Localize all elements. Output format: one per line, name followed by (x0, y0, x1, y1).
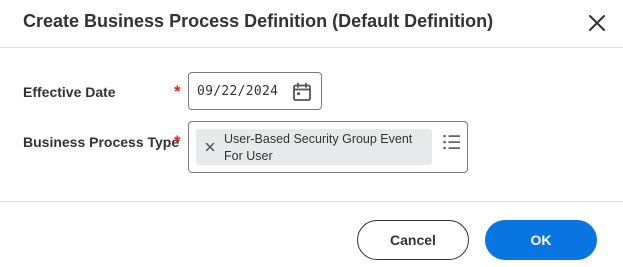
effective-date-label: Effective Date (23, 84, 116, 100)
effective-date-value[interactable]: 09/22/2024 (197, 84, 278, 99)
ok-button[interactable]: OK (485, 220, 597, 260)
selected-item-pill: User-Based Security Group Event For User (196, 129, 432, 165)
cancel-button[interactable]: Cancel (357, 220, 469, 260)
effective-date-input[interactable]: 09/22/2024 (188, 72, 322, 110)
dialog-title: Create Business Process Definition (Defa… (23, 11, 494, 31)
list-icon[interactable] (442, 133, 462, 151)
x-icon[interactable] (204, 140, 216, 152)
required-marker: * (174, 132, 181, 151)
dialog-header: Create Business Process Definition (Defa… (0, 0, 623, 48)
required-marker: * (174, 82, 181, 101)
business-process-type-label: Business Process Type (23, 134, 180, 150)
calendar-icon[interactable] (292, 82, 312, 102)
dialog-footer: Cancel OK (0, 201, 623, 267)
business-process-type-input[interactable]: User-Based Security Group Event For User (188, 121, 468, 173)
close-icon (589, 15, 605, 31)
close-button[interactable] (584, 10, 610, 36)
selected-item-text: User-Based Security Group Event For User (224, 132, 413, 163)
